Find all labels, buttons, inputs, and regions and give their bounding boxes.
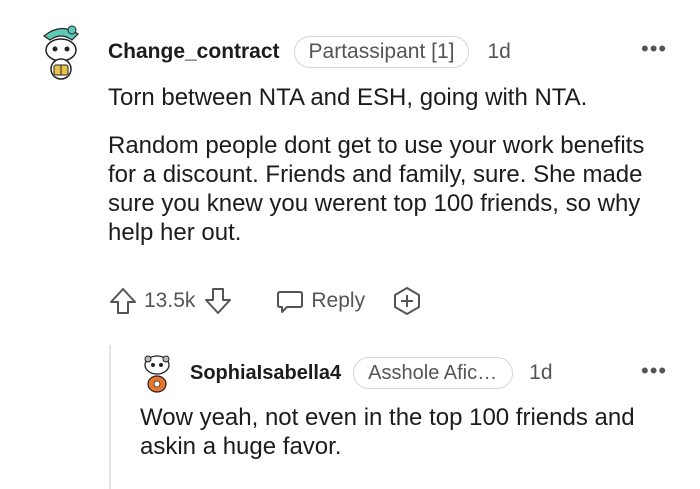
comment-timestamp[interactable]: 1d — [487, 40, 510, 64]
upvote-icon[interactable] — [108, 286, 138, 316]
comment-paragraph: Random people dont get to use your work … — [108, 132, 645, 246]
username[interactable]: Change_contract — [108, 40, 280, 64]
reply-label: Reply — [311, 289, 366, 312]
snoo-avatar-icon — [144, 355, 170, 393]
comment-header: Change_contract Partassipant [1] 1d — [108, 36, 511, 68]
snoo-avatar-icon — [42, 25, 79, 80]
user-flair: Asshole Aficio... — [353, 357, 514, 389]
username[interactable]: SophiaIsabella4 — [190, 362, 341, 385]
more-icon[interactable]: ••• — [641, 360, 667, 382]
comment-header: SophiaIsabella4 Asshole Aficio... 1d — [190, 357, 553, 389]
award-button[interactable] — [391, 285, 423, 317]
chat-bubble-icon — [277, 291, 304, 313]
thread-line[interactable] — [109, 345, 111, 489]
downvote-icon[interactable] — [203, 286, 233, 316]
comment-actions: 13.5k Reply — [108, 285, 423, 317]
user-flair: Partassipant [1] — [293, 36, 470, 68]
comment-timestamp[interactable]: 1d — [529, 361, 552, 385]
reply-button[interactable]: Reply — [275, 286, 365, 316]
avatar[interactable] — [38, 22, 84, 82]
comment-paragraph: Wow yeah, not even in the top 100 friend… — [140, 404, 635, 460]
comment-paragraph: Torn between NTA and ESH, going with NTA… — [108, 84, 588, 111]
vote-count: 13.5k — [144, 289, 196, 312]
more-icon[interactable]: ••• — [641, 38, 667, 60]
avatar[interactable] — [140, 353, 174, 393]
award-icon — [394, 287, 421, 315]
